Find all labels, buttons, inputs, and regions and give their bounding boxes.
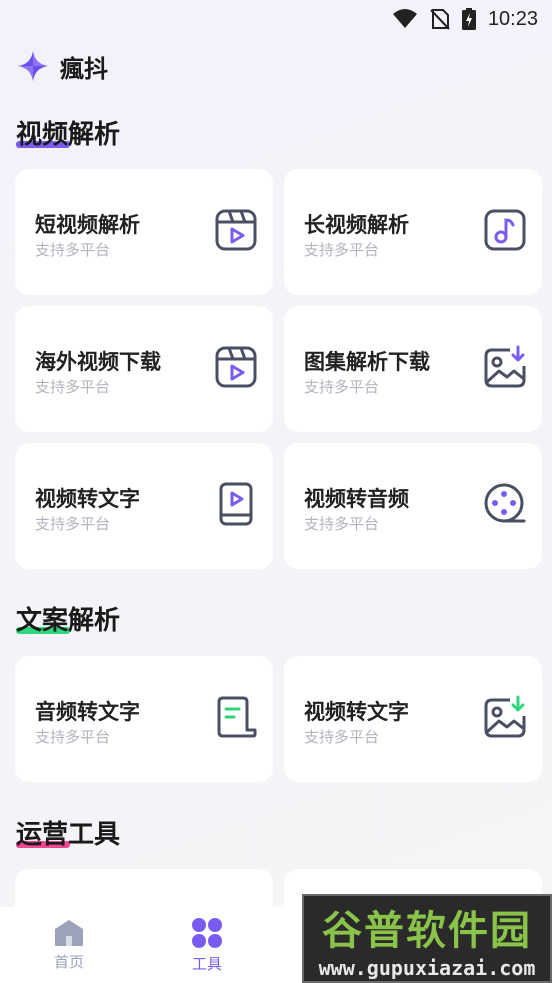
section-title-video-parse: 视频解析 bbox=[16, 120, 121, 150]
card-title: 音频转文字 bbox=[35, 700, 140, 724]
battery-charging-icon bbox=[461, 8, 476, 30]
card-gallery-parse-download[interactable]: 图集解析下载 支持多平台 bbox=[284, 306, 542, 432]
card-title: 海外视频下载 bbox=[35, 350, 161, 374]
card-title: 短视频解析 bbox=[35, 213, 140, 237]
section-title-copy-parse: 文案解析 bbox=[16, 606, 121, 636]
card-video-to-audio[interactable]: 视频转音频 支持多平台 bbox=[284, 443, 542, 569]
watermark-url: www.gupuxiazai.com bbox=[318, 955, 536, 980]
card-subtitle: 支持多平台 bbox=[304, 378, 380, 396]
card-title: 视频转文字 bbox=[35, 487, 140, 511]
nav-label: 工具 bbox=[191, 954, 222, 973]
card-subtitle: 支持多平台 bbox=[35, 515, 111, 533]
music-note-icon bbox=[484, 209, 526, 251]
card-subtitle: 支持多平台 bbox=[35, 378, 111, 396]
nav-item-home[interactable]: 首页 bbox=[0, 907, 138, 983]
card-title: 视频转音频 bbox=[304, 487, 409, 511]
section-title-ops-tools: 运营工具 bbox=[16, 820, 121, 850]
image-download-icon bbox=[484, 695, 526, 738]
card-title: 图集解析下载 bbox=[304, 350, 430, 374]
home-icon bbox=[55, 919, 83, 946]
card-title: 长视频解析 bbox=[304, 213, 409, 237]
image-download-icon bbox=[484, 345, 526, 388]
card-video-to-text[interactable]: 视频转文字 支持多平台 bbox=[15, 443, 273, 569]
card-long-video-parse[interactable]: 长视频解析 支持多平台 bbox=[284, 169, 542, 295]
document-icon bbox=[217, 696, 257, 738]
phone-video-icon bbox=[219, 482, 253, 526]
card-subtitle: 支持多平台 bbox=[35, 728, 111, 746]
video-play-icon bbox=[215, 209, 257, 251]
card-video-to-text-copy[interactable]: 视频转文字 支持多平台 bbox=[284, 656, 542, 782]
no-sim-icon bbox=[430, 9, 450, 30]
card-subtitle: 支持多平台 bbox=[304, 728, 380, 746]
card-audio-to-text[interactable]: 音频转文字 支持多平台 bbox=[15, 656, 273, 782]
card-subtitle: 支持多平台 bbox=[304, 515, 380, 533]
app-title: 瘋抖 bbox=[60, 54, 108, 83]
card-subtitle: 支持多平台 bbox=[304, 241, 380, 259]
app-header: 瘋抖 bbox=[16, 44, 108, 88]
card-overseas-video-download[interactable]: 海外视频下载 支持多平台 bbox=[15, 306, 273, 432]
card-subtitle: 支持多平台 bbox=[35, 241, 111, 259]
video-play-icon bbox=[215, 346, 257, 388]
watermark: 谷普软件园 www.gupuxiazai.com bbox=[302, 894, 552, 983]
status-bar: 10:23 bbox=[0, 0, 552, 38]
tools-grid-icon bbox=[192, 917, 222, 948]
card-short-video-parse[interactable]: 短视频解析 支持多平台 bbox=[15, 169, 273, 295]
watermark-text: 谷普软件园 bbox=[322, 907, 532, 954]
nav-label: 首页 bbox=[53, 952, 84, 971]
app-logo-icon bbox=[18, 51, 48, 81]
status-time: 10:23 bbox=[487, 7, 538, 30]
nav-item-tools[interactable]: 工具 bbox=[138, 907, 276, 983]
wifi-icon bbox=[392, 9, 417, 28]
card-title: 视频转文字 bbox=[304, 700, 409, 724]
film-reel-icon bbox=[484, 483, 526, 523]
